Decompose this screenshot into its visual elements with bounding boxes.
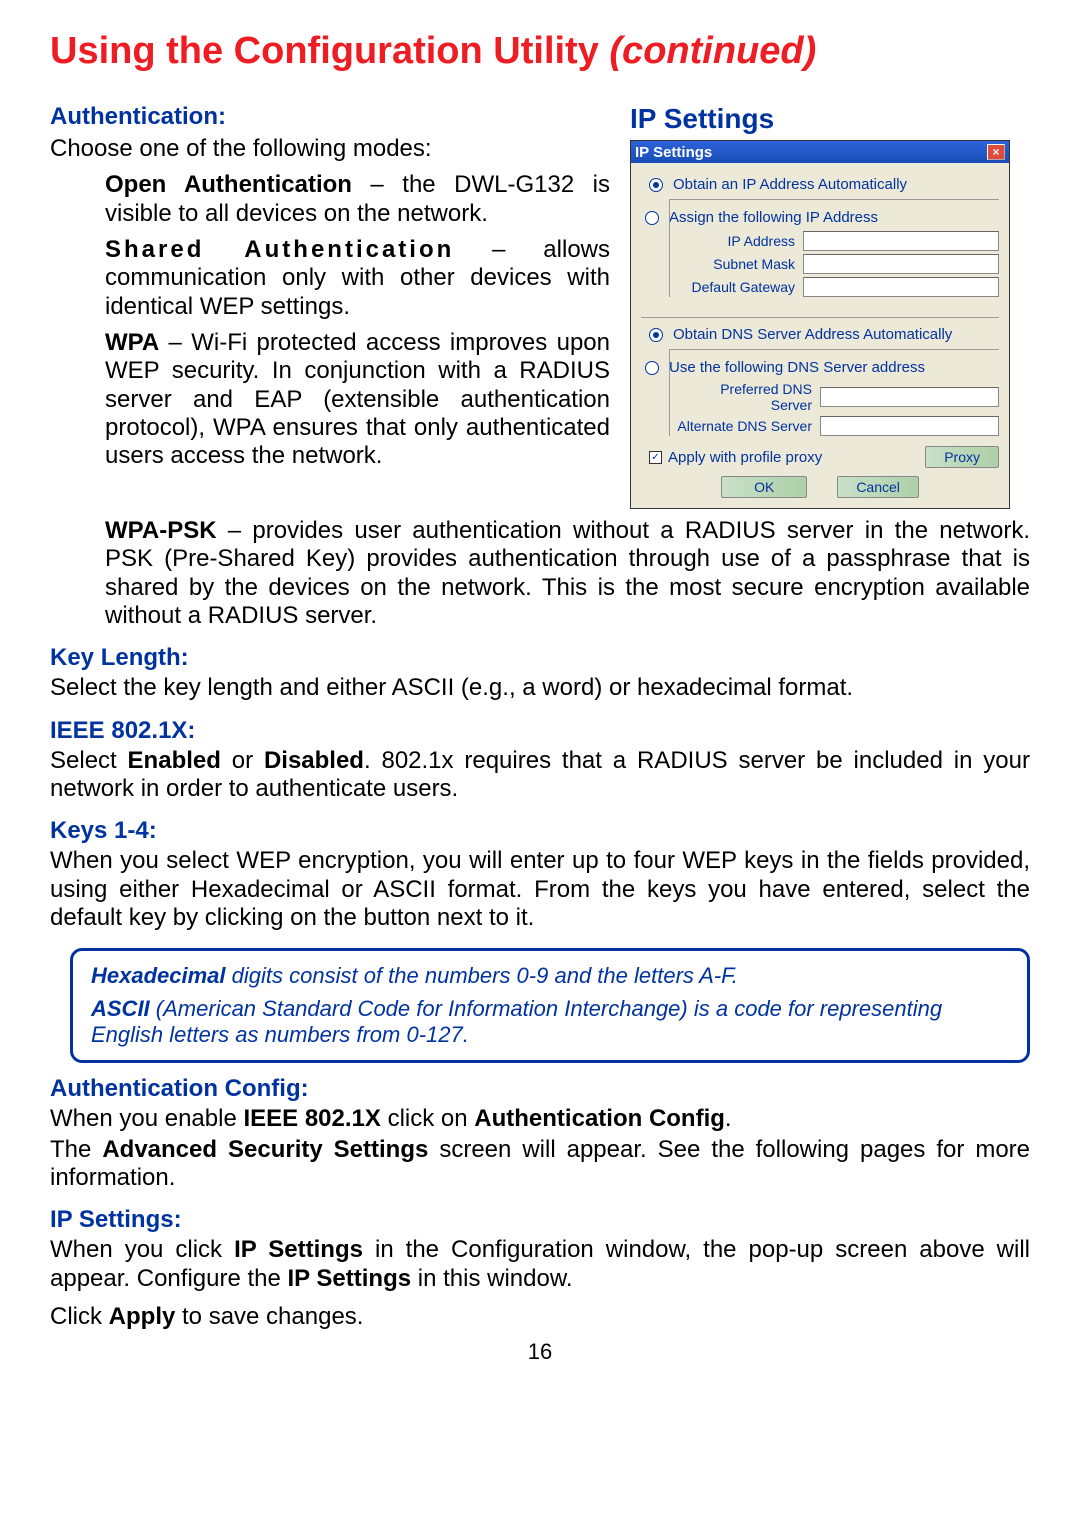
key-length-header: Key Length: bbox=[50, 644, 1030, 672]
authcfg-b2: Authentication Config bbox=[474, 1105, 725, 1132]
authcfg-line1: When you enable IEEE 802.1X click on Aut… bbox=[50, 1105, 1030, 1133]
cancel-button[interactable]: Cancel bbox=[837, 476, 919, 498]
radio-label: Obtain DNS Server Address Automatically bbox=[673, 326, 952, 343]
radio-label: Assign the following IP Address bbox=[669, 209, 878, 226]
ip-settings-dialog: IP Settings × Obtain an IP Address Autom… bbox=[630, 140, 1010, 509]
open-auth-para: Open Authentication – the DWL-G132 is vi… bbox=[105, 171, 610, 228]
radio-use-dns[interactable]: Use the following DNS Server address bbox=[645, 359, 999, 376]
gateway-input[interactable] bbox=[803, 277, 999, 297]
preferred-dns-input[interactable] bbox=[820, 387, 999, 407]
authcfg-t2: click on bbox=[381, 1105, 474, 1132]
shared-auth-bold: Shared Authentication bbox=[105, 236, 454, 263]
gateway-label: Default Gateway bbox=[677, 279, 795, 295]
page-title-main: Using the Configuration Utility bbox=[50, 30, 609, 72]
key-length-text: Select the key length and either ASCII (… bbox=[50, 674, 1030, 702]
authcfg-t4a: The bbox=[50, 1136, 102, 1163]
authcfg-t3: . bbox=[725, 1105, 732, 1132]
keys-text: When you select WEP encryption, you will… bbox=[50, 847, 1030, 932]
ascii-bold: ASCII bbox=[91, 996, 150, 1021]
ieee-t2: or bbox=[221, 747, 264, 774]
ipset-b2: IP Settings bbox=[288, 1265, 412, 1292]
subnet-mask-input[interactable] bbox=[803, 254, 999, 274]
info-box: Hexadecimal digits consist of the number… bbox=[70, 948, 1030, 1063]
radio-assign-ip[interactable]: Assign the following IP Address bbox=[645, 209, 999, 226]
authcfg-t1: When you enable bbox=[50, 1105, 243, 1132]
ieee-text: Select Enabled or Disabled. 802.1x requi… bbox=[50, 747, 1030, 804]
page-title: Using the Configuration Utility (continu… bbox=[50, 30, 1030, 73]
ok-button[interactable]: OK bbox=[721, 476, 807, 498]
page-number: 16 bbox=[50, 1339, 1030, 1365]
authentication-header: Authentication: bbox=[50, 103, 610, 131]
ip-address-input[interactable] bbox=[803, 231, 999, 251]
auth-intro: Choose one of the following modes: bbox=[50, 135, 610, 163]
alternate-dns-row: Alternate DNS Server bbox=[677, 416, 999, 436]
close-icon[interactable]: × bbox=[987, 144, 1005, 160]
authcfg-line2: The Advanced Security Settings screen wi… bbox=[50, 1136, 1030, 1193]
ascii-text: (American Standard Code for Information … bbox=[91, 996, 942, 1047]
authcfg-b3: Advanced Security Settings bbox=[102, 1136, 428, 1163]
apply-b: Apply bbox=[109, 1303, 176, 1330]
authcfg-b1: IEEE 802.1X bbox=[243, 1105, 380, 1132]
radio-obtain-ip-auto[interactable]: Obtain an IP Address Automatically bbox=[649, 176, 999, 193]
ipset-b1: IP Settings bbox=[234, 1236, 363, 1263]
dialog-title: IP Settings bbox=[635, 144, 712, 161]
radio-icon bbox=[645, 361, 659, 375]
ip-address-row: IP Address bbox=[677, 231, 999, 251]
ieee-b1: Enabled bbox=[128, 747, 221, 774]
page-title-cont: (continued) bbox=[609, 30, 816, 72]
open-auth-bold: Open Authentication bbox=[105, 171, 352, 198]
wpa-bold: WPA bbox=[105, 329, 159, 356]
shared-auth-para: Shared Authentication – allows communica… bbox=[105, 236, 610, 321]
preferred-dns-label: Preferred DNS Server bbox=[677, 381, 812, 413]
ipset-t3: in this window. bbox=[411, 1265, 572, 1292]
gateway-row: Default Gateway bbox=[677, 277, 999, 297]
ipset-header: IP Settings: bbox=[50, 1206, 1030, 1234]
ipset-text: When you click IP Settings in the Config… bbox=[50, 1236, 1030, 1293]
subnet-mask-label: Subnet Mask bbox=[677, 256, 795, 272]
authcfg-header: Authentication Config: bbox=[50, 1075, 1030, 1103]
subnet-mask-row: Subnet Mask bbox=[677, 254, 999, 274]
hex-text: digits consist of the numbers 0-9 and th… bbox=[226, 963, 738, 988]
radio-icon bbox=[645, 211, 659, 225]
proxy-button[interactable]: Proxy bbox=[925, 446, 999, 468]
hex-bold: Hexadecimal bbox=[91, 963, 226, 988]
wpa-text: – Wi-Fi protected access improves upon W… bbox=[105, 329, 610, 469]
wpa-para: WPA – Wi-Fi protected access improves up… bbox=[105, 329, 610, 471]
preferred-dns-row: Preferred DNS Server bbox=[677, 381, 999, 413]
wpapsk-text: – provides user authentication without a… bbox=[105, 517, 1030, 629]
radio-label: Use the following DNS Server address bbox=[669, 359, 925, 376]
apply-proxy-label: Apply with profile proxy bbox=[668, 449, 919, 466]
ieee-header: IEEE 802.1X: bbox=[50, 717, 1030, 745]
keys-header: Keys 1-4: bbox=[50, 817, 1030, 845]
ieee-b2: Disabled bbox=[264, 747, 364, 774]
radio-obtain-dns-auto[interactable]: Obtain DNS Server Address Automatically bbox=[649, 326, 999, 343]
apply-t2: to save changes. bbox=[175, 1303, 363, 1330]
ip-settings-heading: IP Settings bbox=[630, 103, 1030, 135]
dialog-titlebar: IP Settings × bbox=[631, 141, 1009, 163]
apply-proxy-checkbox[interactable]: ✓ bbox=[649, 451, 662, 464]
ieee-t1: Select bbox=[50, 747, 128, 774]
alternate-dns-input[interactable] bbox=[820, 416, 999, 436]
wpapsk-bold: WPA-PSK bbox=[105, 517, 217, 544]
ip-address-label: IP Address bbox=[677, 233, 795, 249]
ipset-t1: When you click bbox=[50, 1236, 234, 1263]
alternate-dns-label: Alternate DNS Server bbox=[677, 418, 812, 434]
radio-icon bbox=[649, 328, 663, 342]
wpapsk-para: WPA-PSK – provides user authentication w… bbox=[105, 517, 1030, 630]
radio-label: Obtain an IP Address Automatically bbox=[673, 176, 907, 193]
apply-t1: Click bbox=[50, 1303, 109, 1330]
apply-text: Click Apply to save changes. bbox=[50, 1303, 1030, 1331]
radio-icon bbox=[649, 178, 663, 192]
